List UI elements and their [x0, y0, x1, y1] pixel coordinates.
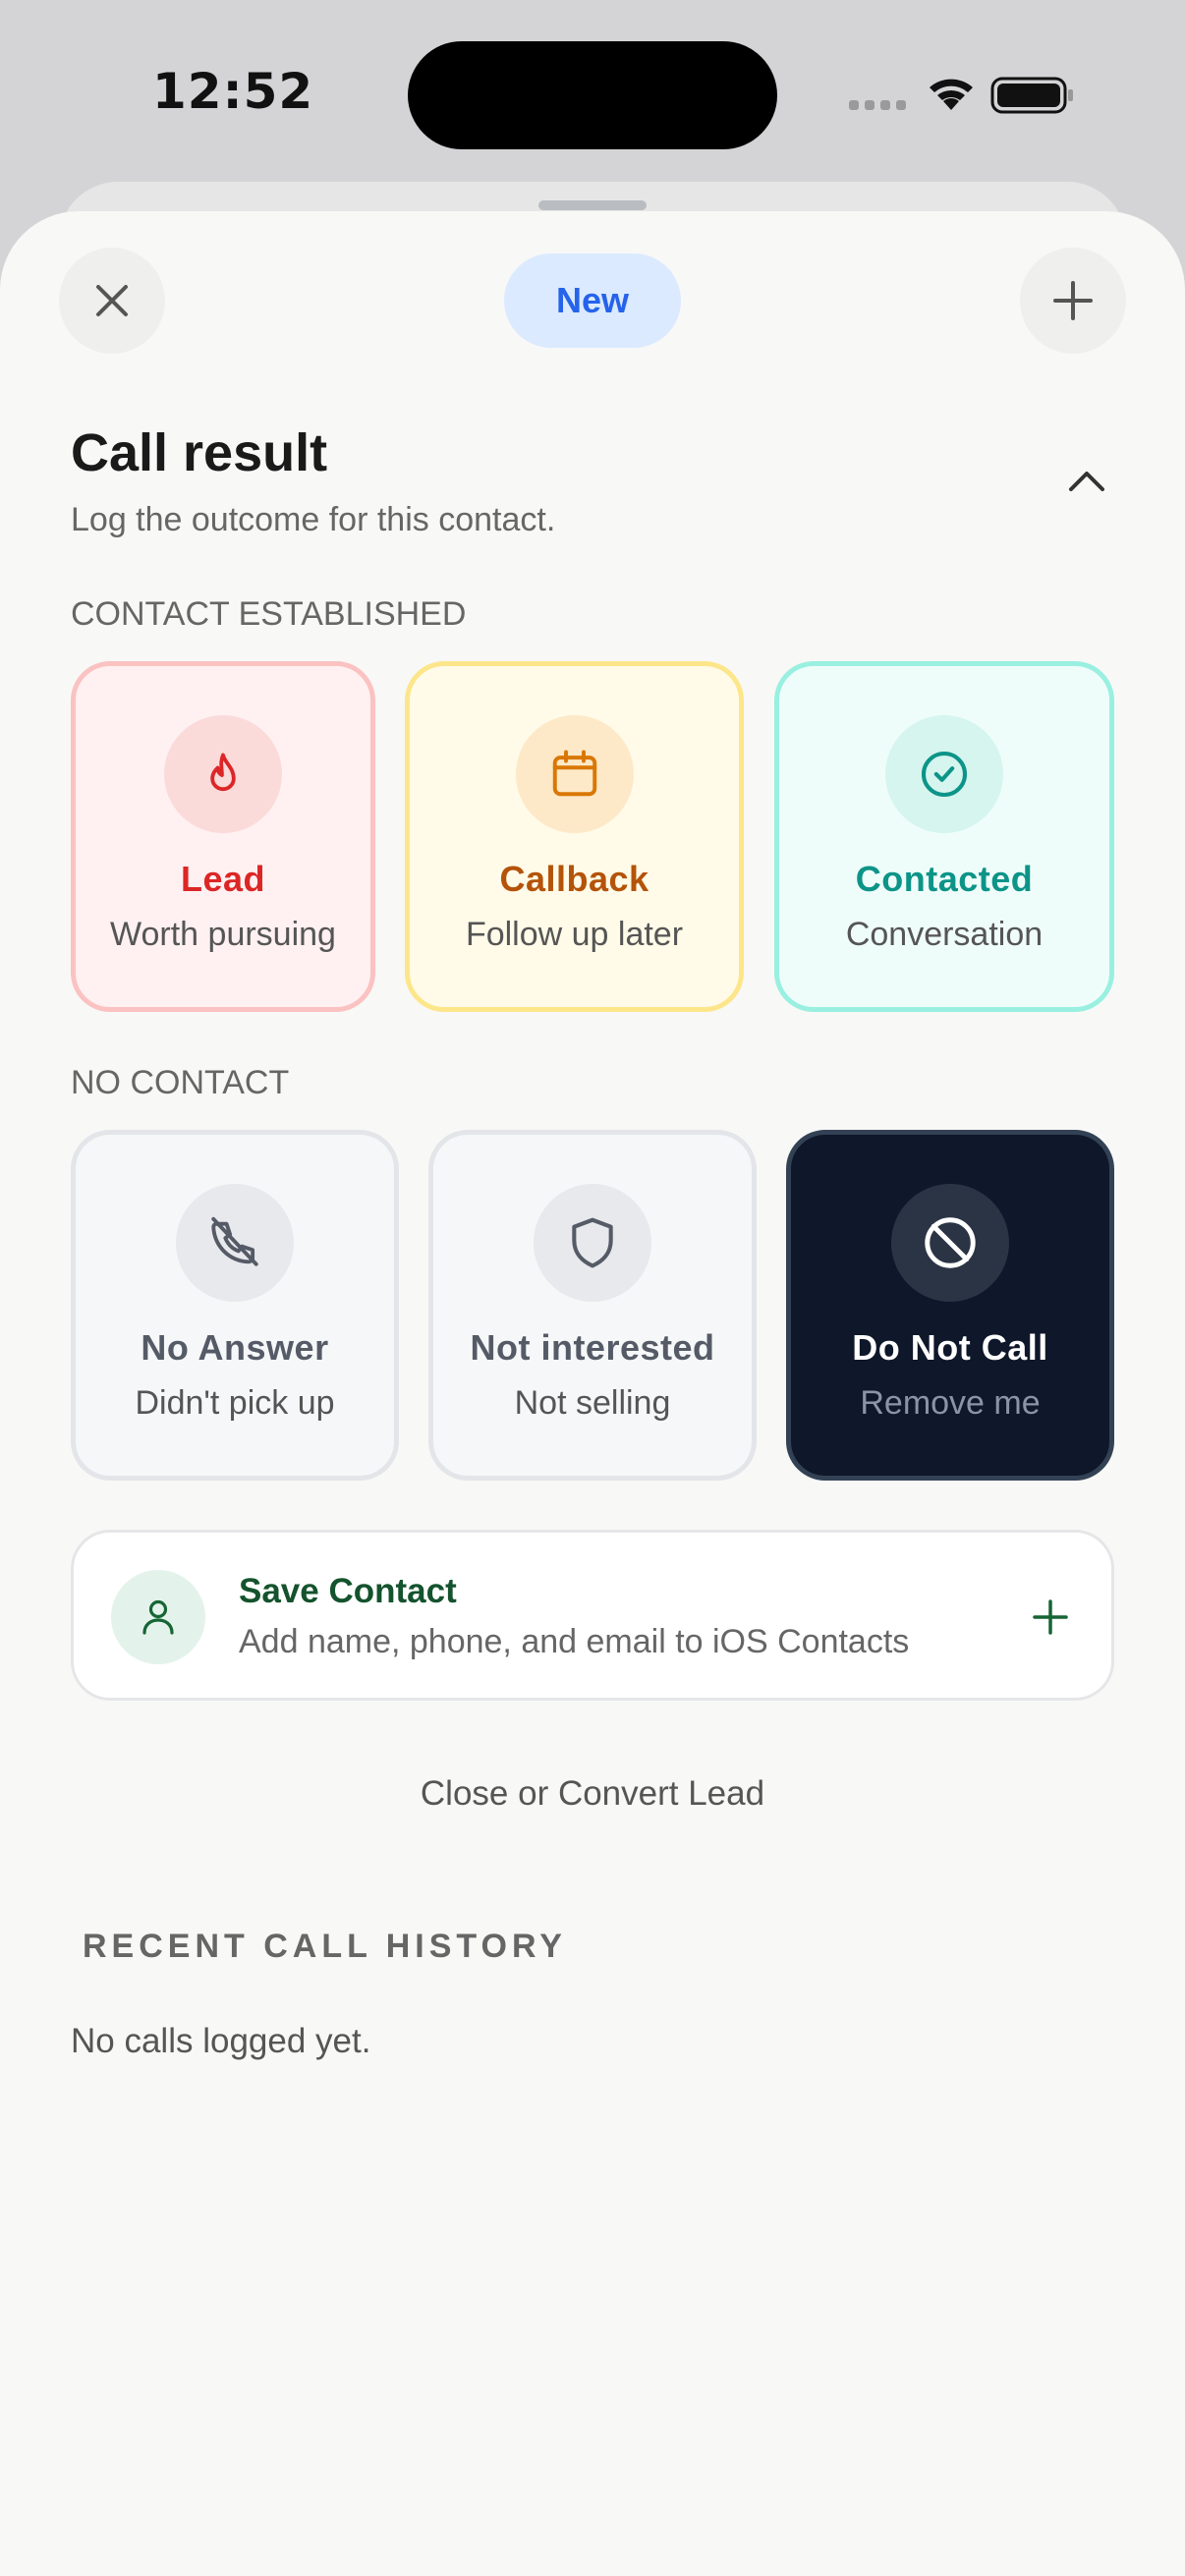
option-contacted-label: Contacted — [855, 859, 1034, 899]
option-lead[interactable]: Lead Worth pursuing — [71, 661, 375, 1012]
section-subtitle: Log the outcome for this contact. — [71, 501, 556, 538]
wifi-icon — [930, 79, 973, 110]
contact-established-label: CONTACT ESTABLISHED — [71, 595, 467, 633]
option-not-interested-sub: Not selling — [514, 1384, 671, 1422]
option-contacted-sub: Conversation — [845, 916, 1044, 953]
add-button[interactable] — [1020, 248, 1126, 354]
option-do-not-call-label: Do Not Call — [852, 1327, 1048, 1368]
ban-icon — [891, 1184, 1009, 1302]
option-no-answer-label: No Answer — [141, 1327, 329, 1368]
status-bar: 12:52 — [0, 0, 1185, 187]
option-callback-label: Callback — [499, 859, 649, 899]
save-contact-title: Save Contact — [239, 1572, 457, 1610]
cellular-signal-icon — [849, 100, 906, 110]
option-no-answer[interactable]: No Answer Didn't pick up — [71, 1130, 399, 1481]
battery-icon — [990, 77, 1073, 114]
plus-icon — [1033, 1599, 1068, 1635]
option-do-not-call-sub: Remove me — [860, 1384, 1041, 1422]
calendar-icon — [515, 715, 634, 833]
save-contact-card[interactable]: Save Contact Add name, phone, and email … — [71, 1530, 1114, 1701]
phone-missed-icon — [176, 1184, 294, 1302]
save-contact-subtitle: Add name, phone, and email to iOS Contac… — [239, 1623, 910, 1660]
plus-icon — [1053, 281, 1093, 320]
status-time: 12:52 — [152, 63, 314, 120]
close-button[interactable] — [59, 248, 165, 354]
sheet-grabber[interactable] — [538, 200, 647, 210]
no-contact-label: NO CONTACT — [71, 1064, 290, 1101]
option-not-interested-label: Not interested — [470, 1327, 715, 1368]
status-new-pill[interactable]: New — [504, 253, 681, 348]
option-lead-sub: Worth pursuing — [110, 916, 336, 953]
person-icon — [111, 1570, 205, 1664]
shield-icon — [534, 1184, 651, 1302]
option-contacted[interactable]: Contacted Conversation — [774, 661, 1114, 1012]
option-callback[interactable]: Callback Follow up later — [405, 661, 744, 1012]
recent-call-history-title: RECENT CALL HISTORY — [83, 1928, 567, 1965]
history-empty-text: No calls logged yet. — [71, 2022, 371, 2060]
check-circle-icon — [885, 715, 1003, 833]
option-not-interested[interactable]: Not interested Not selling — [428, 1130, 757, 1481]
chevron-up-icon[interactable] — [1061, 462, 1112, 501]
section-title: Call result — [71, 423, 328, 482]
option-do-not-call[interactable]: Do Not Call Remove me — [786, 1130, 1114, 1481]
close-icon — [96, 285, 128, 316]
option-lead-label: Lead — [180, 859, 266, 899]
status-icons — [849, 77, 1073, 114]
option-no-answer-sub: Didn't pick up — [135, 1384, 335, 1422]
option-callback-sub: Follow up later — [465, 916, 684, 953]
flame-icon — [164, 715, 282, 833]
close-or-convert-lead-link[interactable]: Close or Convert Lead — [0, 1774, 1185, 1814]
dynamic-island — [408, 41, 777, 149]
